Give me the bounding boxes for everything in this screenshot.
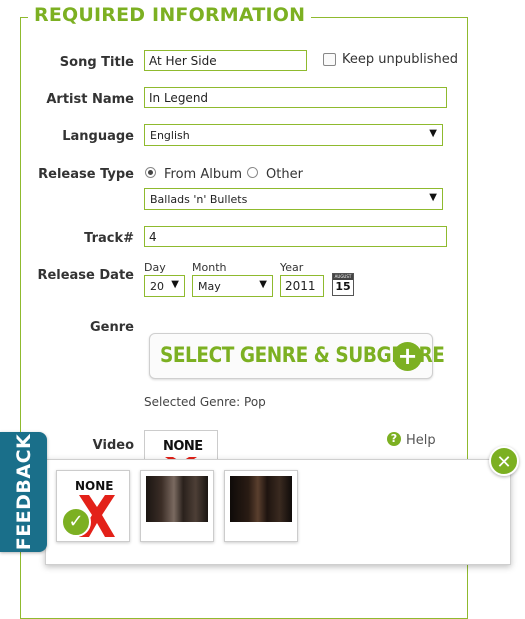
- keep-unpublished-checkbox[interactable]: [323, 53, 336, 66]
- video-option-thumbnail-1[interactable]: [140, 470, 214, 542]
- other-radio[interactable]: [247, 167, 258, 178]
- video-preview-image: [230, 476, 292, 522]
- video-picker-popup: NONE ✓: [45, 459, 511, 565]
- section-title: REQUIRED INFORMATION: [28, 4, 312, 26]
- track-input[interactable]: 4: [144, 226, 447, 247]
- artist-name-input[interactable]: In Legend: [144, 87, 447, 108]
- language-select[interactable]: English ▼: [144, 124, 443, 146]
- year-label: Year: [280, 261, 304, 274]
- month-label: Month: [192, 261, 227, 274]
- feedback-label: FEEDBACK: [13, 433, 35, 551]
- dropdown-arrow-icon: ▼: [171, 279, 179, 290]
- check-icon: ✓: [61, 507, 91, 537]
- month-value: May: [198, 280, 221, 293]
- selected-genre-text: Selected Genre: Pop: [144, 395, 266, 409]
- artist-name-label: Artist Name: [46, 92, 134, 107]
- feedback-tab[interactable]: FEEDBACK: [0, 432, 47, 552]
- release-type-label: Release Type: [38, 167, 134, 182]
- song-title-input[interactable]: At Her Side: [144, 50, 307, 71]
- from-album-label: From Album: [164, 167, 242, 182]
- track-label: Track#: [84, 231, 134, 246]
- select-genre-button[interactable]: SELECT GENRE & SUBGENRE +: [149, 333, 445, 379]
- video-option-none[interactable]: NONE ✓: [56, 470, 130, 542]
- year-input[interactable]: 2011: [280, 275, 324, 297]
- keep-unpublished-label: Keep unpublished: [342, 52, 458, 67]
- help-link[interactable]: Help: [406, 433, 436, 448]
- song-title-label: Song Title: [59, 55, 134, 70]
- release-date-label: Release Date: [37, 268, 134, 283]
- from-album-radio[interactable]: [145, 167, 156, 178]
- language-label: Language: [62, 129, 134, 144]
- plus-icon: +: [393, 342, 422, 371]
- dropdown-arrow-icon: ▼: [429, 192, 437, 203]
- close-popup-button[interactable]: ✕: [489, 446, 519, 476]
- genre-label: Genre: [90, 320, 134, 335]
- calendar-day: 15: [335, 280, 351, 293]
- month-select[interactable]: May ▼: [192, 275, 273, 297]
- dropdown-arrow-icon: ▼: [429, 128, 437, 139]
- other-label: Other: [266, 167, 303, 182]
- day-value: 20: [150, 280, 164, 293]
- day-label: Day: [144, 261, 166, 274]
- album-value: Ballads 'n' Bullets: [150, 193, 248, 206]
- dropdown-arrow-icon: ▼: [259, 279, 267, 290]
- album-select[interactable]: Ballads 'n' Bullets ▼: [144, 188, 443, 210]
- video-preview-image: [146, 476, 208, 522]
- language-value: English: [150, 129, 190, 142]
- video-option-thumbnail-2[interactable]: [224, 470, 298, 542]
- calendar-icon[interactable]: AUGUST 15: [332, 273, 354, 296]
- help-icon[interactable]: ?: [387, 432, 401, 446]
- day-select[interactable]: 20 ▼: [144, 275, 185, 297]
